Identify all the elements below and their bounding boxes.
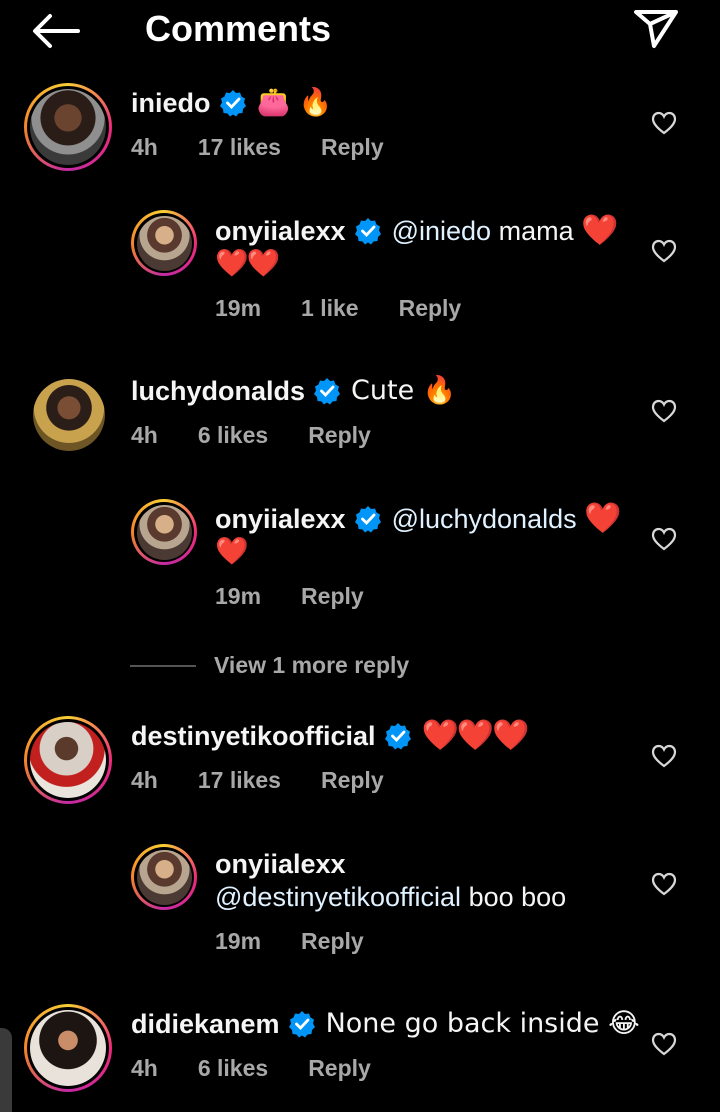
page-title: Comments xyxy=(145,8,332,49)
reply-button[interactable]: Reply xyxy=(301,928,364,955)
heart-emoji: ❤️❤️❤️ xyxy=(421,718,530,753)
timestamp: 4h xyxy=(131,1055,158,1081)
reply-button[interactable]: Reply xyxy=(399,295,462,322)
comment-text: boo boo xyxy=(468,882,567,912)
divider xyxy=(130,664,196,667)
heart-emoji: ❤️ xyxy=(584,501,621,536)
heart-outline-icon[interactable] xyxy=(651,527,677,551)
comment-text: None go back inside 😂 xyxy=(325,1008,640,1039)
timestamp: 4h xyxy=(131,134,158,160)
timestamp: 4h xyxy=(131,767,158,793)
avatar[interactable] xyxy=(33,379,105,451)
likes-count[interactable]: 6 likes xyxy=(198,1055,268,1082)
view-more-label[interactable]: View 1 more reply xyxy=(214,652,409,679)
timestamp: 19m xyxy=(215,295,262,321)
verified-badge-icon xyxy=(384,723,411,750)
comment-text: 👛 🔥 xyxy=(256,87,333,118)
reply-button[interactable]: Reply xyxy=(321,767,384,794)
username[interactable]: onyiialexx xyxy=(215,503,346,535)
username[interactable]: onyiialexx xyxy=(215,848,346,880)
likes-count[interactable]: 6 likes xyxy=(198,422,268,449)
heart-outline-icon[interactable] xyxy=(651,744,677,768)
edge-panel-handle[interactable] xyxy=(0,1028,12,1112)
verified-badge-icon xyxy=(219,90,246,117)
timestamp: 19m xyxy=(215,928,262,954)
verified-badge-icon xyxy=(288,1011,315,1038)
username[interactable]: iniedo xyxy=(131,87,211,119)
username[interactable]: destinyetikoofficial xyxy=(131,720,376,752)
heart-emoji: ❤️❤️ xyxy=(215,248,280,279)
send-icon[interactable] xyxy=(632,6,680,50)
heart-outline-icon[interactable] xyxy=(651,111,677,135)
username[interactable]: didiekanem xyxy=(131,1008,280,1040)
likes-count[interactable]: 17 likes xyxy=(198,134,281,161)
back-arrow-icon[interactable] xyxy=(30,12,82,50)
verified-badge-icon xyxy=(354,506,381,533)
likes-count[interactable]: 17 likes xyxy=(198,767,281,794)
likes-count[interactable]: 1 like xyxy=(301,295,359,322)
heart-outline-icon[interactable] xyxy=(651,1032,677,1056)
heart-outline-icon[interactable] xyxy=(651,399,677,423)
avatar[interactable] xyxy=(131,210,197,276)
timestamp: 19m xyxy=(215,583,262,609)
view-more-replies[interactable]: View 1 more reply xyxy=(130,652,409,679)
avatar[interactable] xyxy=(24,716,112,804)
mention-link[interactable]: @destinyetikoofficial xyxy=(215,882,461,912)
avatar[interactable] xyxy=(24,1004,112,1092)
avatar[interactable] xyxy=(131,499,197,565)
reply-button[interactable]: Reply xyxy=(308,1055,371,1082)
avatar[interactable] xyxy=(131,844,197,910)
heart-emoji: ❤️ xyxy=(581,213,618,248)
heart-outline-icon[interactable] xyxy=(651,872,677,896)
comment-text: Cute 🔥 xyxy=(351,375,457,406)
mention-link[interactable]: @luchydonalds xyxy=(392,503,577,535)
reply-button[interactable]: Reply xyxy=(321,134,384,161)
timestamp: 4h xyxy=(131,422,158,448)
heart-outline-icon[interactable] xyxy=(651,239,677,263)
username[interactable]: luchydonalds xyxy=(131,375,305,407)
mention-link[interactable]: @iniedo xyxy=(392,215,491,247)
verified-badge-icon xyxy=(314,378,341,405)
reply-button[interactable]: Reply xyxy=(308,422,371,449)
verified-badge-icon xyxy=(354,218,381,245)
header: Comments xyxy=(0,0,720,62)
reply-button[interactable]: Reply xyxy=(301,583,364,610)
avatar[interactable] xyxy=(24,83,112,171)
comment-text: mama xyxy=(498,216,574,246)
heart-emoji: ❤️ xyxy=(215,536,249,567)
username[interactable]: onyiialexx xyxy=(215,215,346,247)
